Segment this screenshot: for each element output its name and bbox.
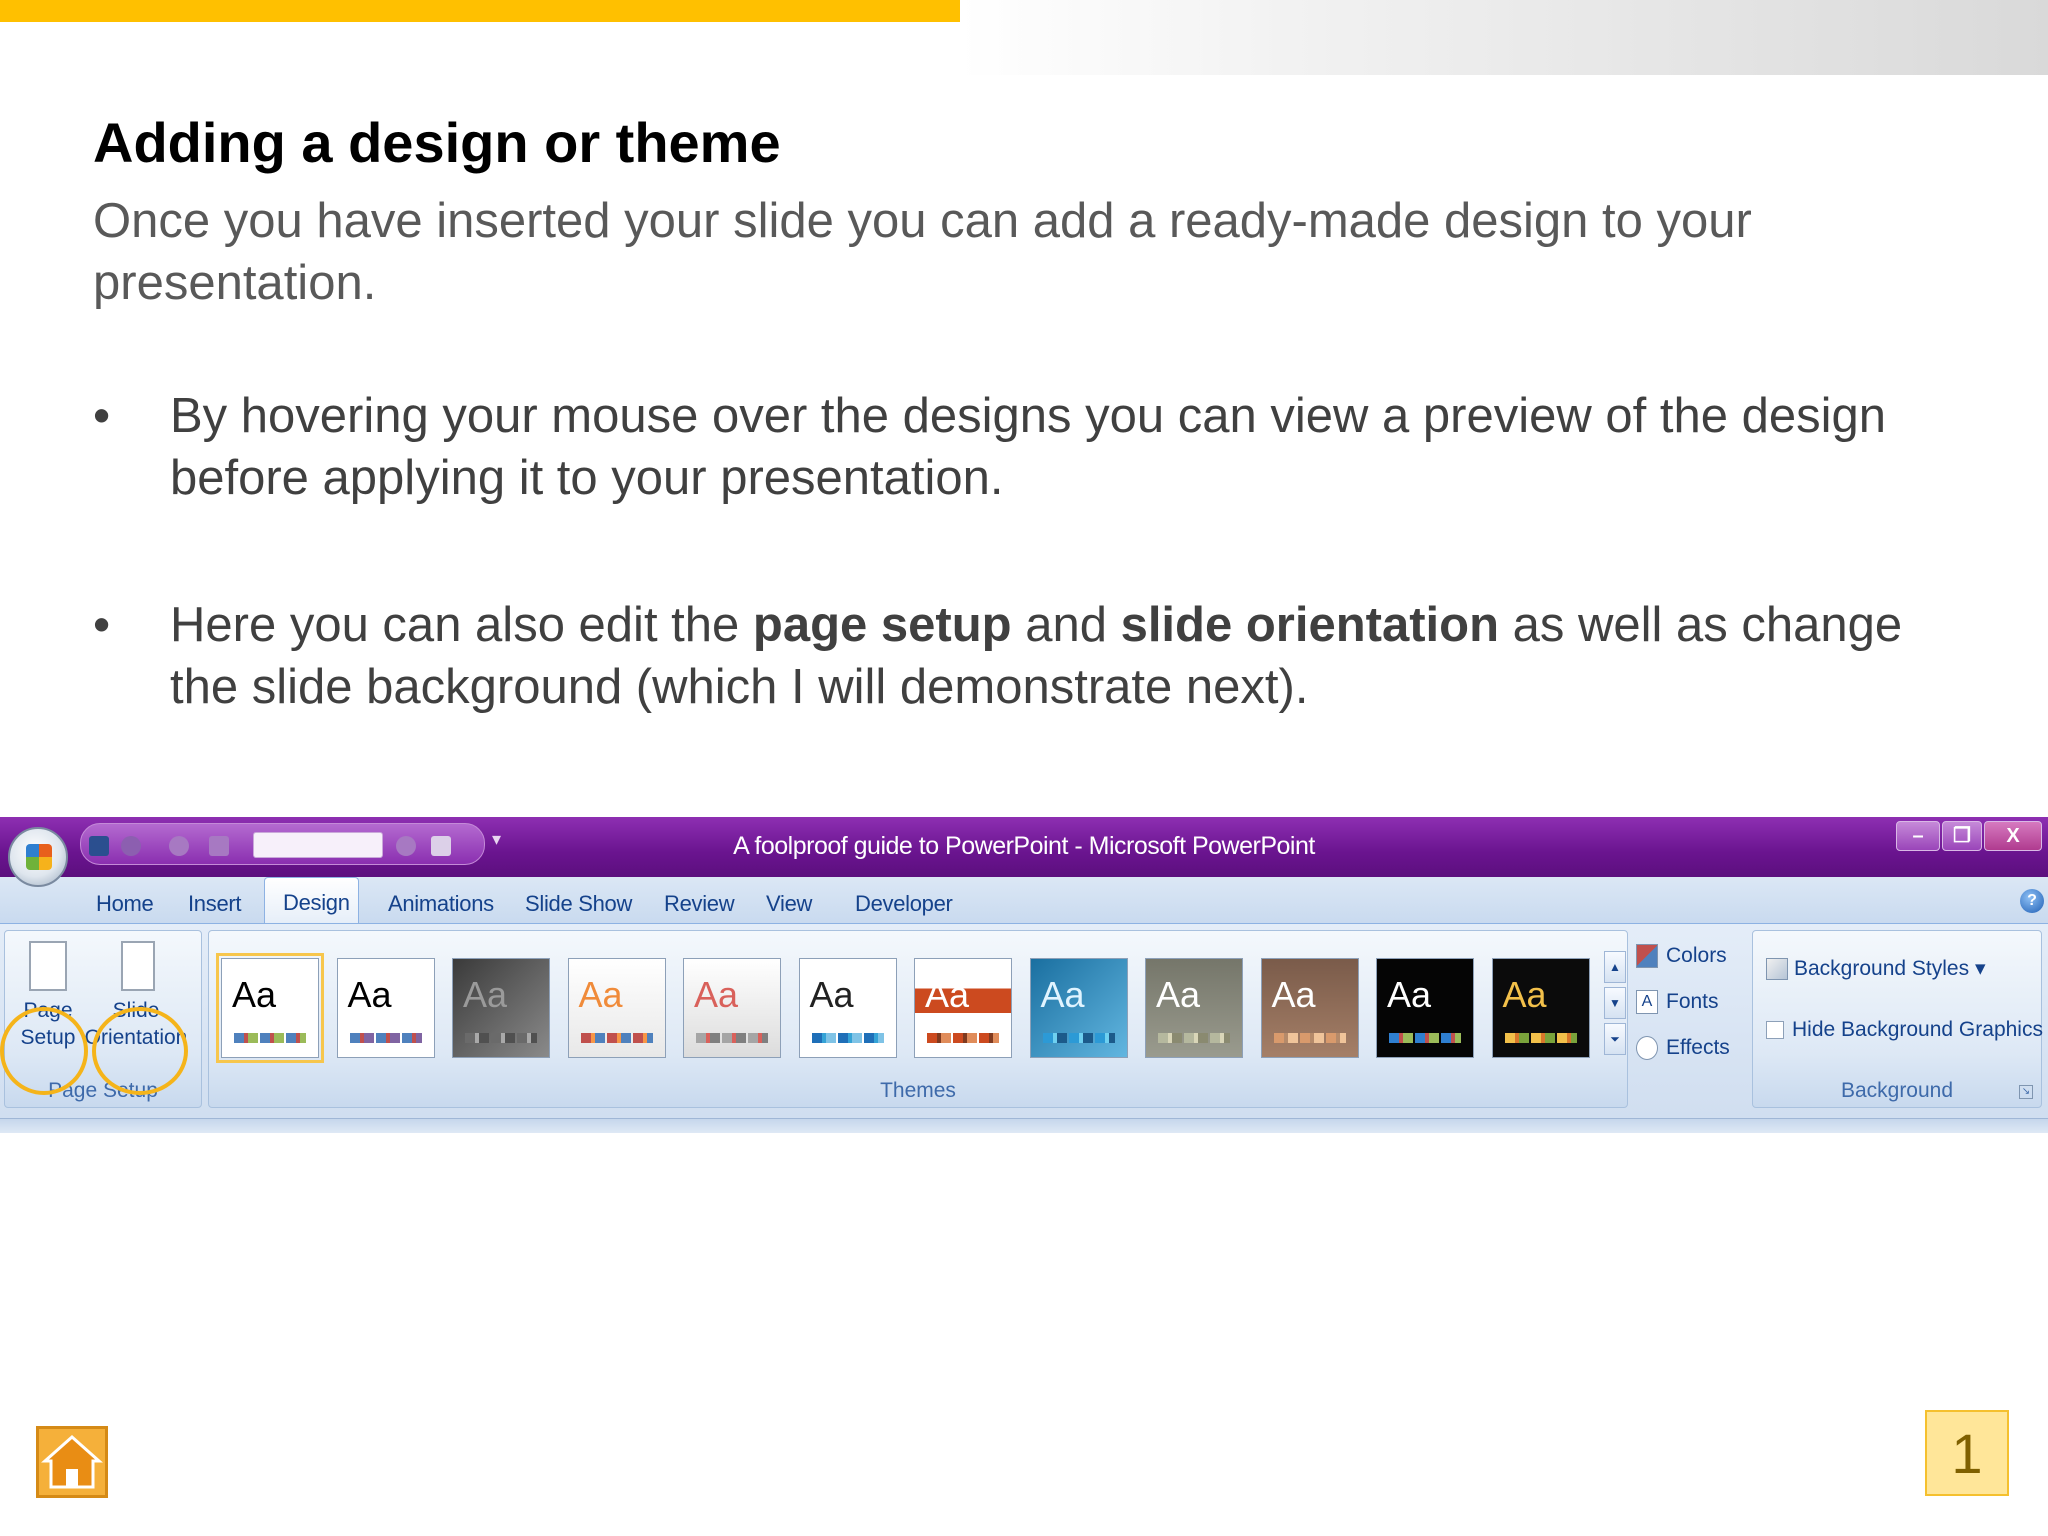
fonts-icon: A [1636,990,1658,1014]
theme-thumbnail[interactable]: Aa [216,953,324,1063]
page-number: 1 [1925,1410,2009,1496]
slide-orientation-icon [121,941,155,991]
gallery-scroll: ▲ ▼ ⏷ [1604,951,1626,1055]
theme-color-swatches [349,1033,422,1043]
hide-background-graphics-label: Hide Background Graphics [1792,1018,2043,1041]
tab-design-label: Design [283,890,350,915]
office-button[interactable] [8,827,68,887]
theme-color-swatches [1158,1033,1230,1043]
help-icon[interactable]: ? [2020,889,2044,913]
theme-color-swatches [465,1033,537,1043]
theme-color-swatches [927,1033,999,1043]
tab-view[interactable]: View [766,891,812,917]
theme-sample-text: Aa [694,974,739,1015]
window-title: A foolproof guide to PowerPoint - Micros… [733,832,1315,860]
tab-insert[interactable]: Insert [188,891,242,917]
home-icon [41,1434,103,1489]
colors-label: Colors [1666,944,1727,967]
theme-sample-text: Aa [1156,974,1201,1015]
office-button-icon [26,844,52,870]
background-styles-button[interactable]: Background Styles ▾ [1766,956,1986,981]
theme-color-swatches [580,1033,653,1043]
tab-animations[interactable]: Animations [388,891,494,917]
theme-sample-text: Aa [1271,974,1316,1015]
gallery-more-button[interactable]: ⏷ [1604,1023,1626,1055]
group-label-themes: Themes [880,1079,956,1102]
bullet-symbol: • [93,389,111,443]
theme-color-swatches [811,1033,884,1043]
group-label-background: Background [1840,1079,1954,1102]
workspace-strip [0,1118,2048,1133]
bullet-text-mid: and [1011,598,1121,652]
bullet-text: By hovering your mouse over the designs … [170,389,1886,505]
theme-thumbnail[interactable]: Aa [914,958,1012,1058]
header-gradient [960,0,2048,75]
home-button[interactable] [36,1426,108,1498]
theme-color-swatches [696,1033,768,1043]
theme-sample-text: Aa [1502,974,1547,1015]
bullet-symbol: • [93,598,111,652]
effects-label: Effects [1666,1036,1730,1059]
theme-thumbnail[interactable]: Aa [1376,958,1474,1058]
theme-thumbnail[interactable]: Aa [1145,958,1243,1058]
tab-slide-show[interactable]: Slide Show [525,891,632,917]
hide-background-graphics-checkbox[interactable]: Hide Background Graphics [1766,1018,2043,1042]
theme-thumbnail[interactable]: Aa [1029,958,1128,1058]
theme-sample-text: Aa [1040,974,1085,1015]
fonts-label: Fonts [1666,990,1719,1013]
theme-thumbnail[interactable]: Aa [798,958,897,1058]
theme-sample-text: Aa [1387,974,1432,1015]
theme-thumbnail[interactable]: Aa [1260,958,1359,1058]
chevron-down-icon: ▾ [1969,957,1986,980]
theme-color-swatches [1273,1033,1346,1043]
theme-thumbnail[interactable]: Aa [452,958,550,1058]
restore-button[interactable]: ❐ [1942,821,1982,851]
theme-sample-text: Aa [347,974,392,1015]
close-button[interactable]: X [1984,821,2042,851]
highlight-circle-slide-orientation [92,1007,188,1095]
theme-thumbnail[interactable]: Aa [1491,958,1590,1058]
bullet-list: • By hovering your mouse over the design… [93,385,1943,803]
gallery-up-button[interactable]: ▲ [1604,951,1626,983]
dialog-launcher-icon[interactable]: ↘ [2019,1085,2033,1099]
tab-review[interactable]: Review [664,891,735,917]
bullet-item: • Here you can also edit the page setup … [93,594,1943,718]
highlight-circle-page-setup [0,1007,88,1095]
theme-color-swatches [234,1033,306,1043]
tab-design[interactable]: Design [264,877,359,927]
ribbon: Page Setup Slide Orientation Page Setup … [0,923,2048,1118]
theme-color-swatches [1504,1033,1577,1043]
theme-sample-text: Aa [578,974,623,1015]
theme-thumbnail[interactable]: Aa [567,958,666,1058]
title-bar: ▾ A foolproof guide to PowerPoint - Micr… [0,817,2048,877]
theme-thumbnail[interactable]: Aa [336,958,435,1058]
page-setup-icon [29,941,67,991]
background-styles-icon [1766,958,1788,981]
checkbox-icon[interactable] [1766,1021,1784,1040]
background-styles-label: Background Styles [1794,957,1970,980]
theme-sample-text: Aa [925,974,970,1015]
bullet-text-pre: Here you can also edit the [170,598,753,652]
intro-text: Once you have inserted your slide you ca… [93,194,1752,310]
theme-sample-text: Aa [232,974,277,1015]
powerpoint-screenshot: ▾ A foolproof guide to PowerPoint - Micr… [0,817,2048,1133]
bullet-bold-slide-orientation: slide orientation [1120,598,1499,652]
bullet-item: • By hovering your mouse over the design… [93,385,1943,509]
theme-thumbnail[interactable]: Aa [683,958,781,1058]
gallery-down-button[interactable]: ▼ [1604,987,1626,1019]
accent-bar [0,0,960,22]
theme-sample-text: Aa [463,974,508,1015]
minimize-button[interactable]: – [1896,821,1940,851]
effects-icon [1636,1036,1658,1060]
theme-color-swatches [1389,1033,1461,1043]
slide-title: Adding a design or theme [93,111,781,174]
group-themes: Aa Aa Aa Aa Aa Aa Aa Aa Aa Aa Aa Aa Themes [208,930,1628,1108]
theme-color-swatches [1042,1033,1115,1043]
colors-icon [1636,944,1658,968]
tab-developer[interactable]: Developer [855,891,953,917]
theme-sample-text: Aa [809,974,854,1015]
bullet-bold-page-setup: page setup [752,598,1012,652]
tab-home[interactable]: Home [96,891,154,917]
